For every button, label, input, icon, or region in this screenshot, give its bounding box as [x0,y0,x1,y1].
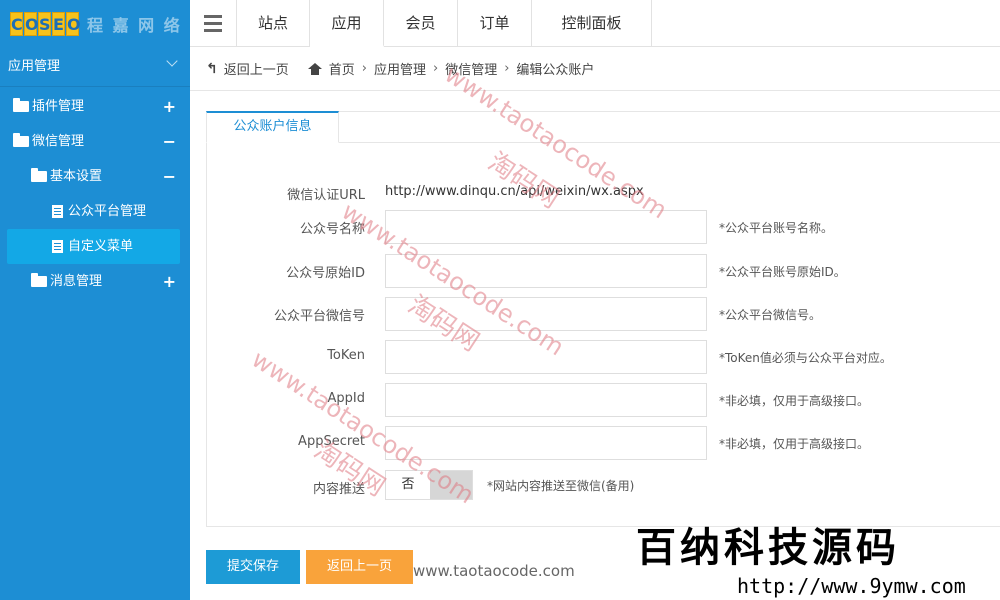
breadcrumb-apps[interactable]: 应用管理 [374,59,426,78]
breadcrumb-separator: › [504,61,510,76]
breadcrumb-wechat[interactable]: 微信管理 [445,59,497,78]
menu-toggle-icon[interactable] [190,0,237,47]
breadcrumb-separator: › [432,61,439,76]
sidebar-item-official-account[interactable]: 公众平台管理 [0,194,190,229]
logo-badge: COSEO [10,11,81,36]
field-label: ToKen [327,348,365,363]
sidebar-item-label: 插件管理 [32,99,85,114]
folder-open-icon [31,168,47,182]
nav-control-panel[interactable]: 控制面板 [532,0,652,47]
field-row-push: 内容推送 否 *网站内容推送至微信(备用) [207,470,1000,504]
sidebar-item-wechat[interactable]: 微信管理 − [0,124,190,159]
field-hint: *公众平台账号名称。 [719,221,834,235]
sidebar-header-label: 应用管理 [8,59,61,74]
back-button[interactable]: 返回上一页 [306,550,413,584]
field-row-appid: AppId *非必填，仅用于高级接口。 [207,383,1000,417]
nav-orders[interactable]: 订单 [458,0,532,47]
field-row-appsecret: AppSecret *非必填，仅用于高级接口。 [207,426,1000,460]
field-row-name: 公众号名称 *公众平台账号名称。 [207,210,1000,244]
nav-apps[interactable]: 应用 [310,0,384,47]
sidebar-item-label: 微信管理 [32,134,85,149]
token-input[interactable] [385,340,707,374]
breadcrumb: ↰ 返回上一页 首页 › 应用管理 › 微信管理 › 编辑公众账户 [190,47,1000,91]
expand-icon: + [162,272,176,291]
appid-input[interactable] [385,383,707,417]
folder-icon [13,98,29,112]
push-toggle[interactable]: 否 [385,470,473,500]
field-label: 公众号原始ID [286,266,365,281]
sidebar-item-plugins[interactable]: 插件管理 + [0,89,190,124]
sidebar-item-label: 公众平台管理 [68,204,147,219]
url-row: 微信认证URL http://www.dinqu.cn/api/weixin/w… [207,176,1000,210]
save-button[interactable]: 提交保存 [206,550,300,584]
collapse-icon: − [162,167,176,186]
field-label: 公众号名称 [299,222,365,237]
field-hint: *ToKen值必须与公众平台对应。 [719,351,892,365]
chevron-down-icon [166,55,178,67]
footer-watermark-url: www.taotaocode.com [413,562,575,580]
expand-icon: + [162,97,176,116]
brand-url: http://www.9ymw.com [737,574,966,598]
nav-site[interactable]: 站点 [237,0,310,47]
breadcrumb-separator: › [361,61,367,76]
top-nav: 站点 应用 会员 订单 控制面板 [237,0,652,47]
field-row-wechat-id: 公众平台微信号 *公众平台微信号。 [207,297,1000,331]
original-id-input[interactable] [385,254,707,288]
logo-text: 程 嘉 网 络 [87,15,182,35]
form-panel: 公众账户信息 微信认证URL http://www.dinqu.cn/api/w… [206,111,1000,527]
breadcrumb-home[interactable]: 首页 [329,59,355,78]
tab-account-info[interactable]: 公众账户信息 [206,111,339,143]
field-hint: *公众平台微信号。 [719,308,822,322]
field-row-original-id: 公众号原始ID *公众平台账号原始ID。 [207,254,1000,288]
sidebar-item-custom-menu[interactable]: 自定义菜单 [7,229,180,264]
account-name-input[interactable] [385,210,707,244]
field-label: AppSecret [298,434,365,449]
document-icon [52,205,63,218]
brand-title: 百纳科技源码 [636,524,900,571]
sidebar-item-messages[interactable]: 消息管理 + [0,264,190,299]
appsecret-input[interactable] [385,426,707,460]
toggle-value: 否 [386,471,430,499]
field-hint: *网站内容推送至微信(备用) [487,479,635,493]
field-hint: *非必填，仅用于高级接口。 [719,437,870,451]
sidebar-item-label: 消息管理 [50,274,103,289]
field-label: 内容推送 [312,482,365,497]
document-icon [52,240,63,253]
field-row-token: ToKen *ToKen值必须与公众平台对应。 [207,340,1000,374]
field-label: AppId [327,391,365,406]
url-value: http://www.dinqu.cn/api/weixin/wx.aspx [385,184,644,199]
top-bar: COSEO 程 嘉 网 络 站点 应用 会员 订单 控制面板 [0,0,1000,47]
wechat-id-input[interactable] [385,297,707,331]
nav-members[interactable]: 会员 [384,0,458,47]
collapse-icon: − [162,132,176,151]
sidebar-item-label: 自定义菜单 [68,239,134,254]
back-arrow-icon[interactable]: ↰ [206,61,218,77]
field-hint: *非必填，仅用于高级接口。 [719,394,870,408]
field-label: 公众平台微信号 [273,309,365,324]
sidebar-header[interactable]: 应用管理 [0,47,190,87]
sidebar-item-label: 基本设置 [50,169,103,184]
sidebar: 应用管理 插件管理 + 微信管理 − 基本设置 − 公众平台管理 自定义菜单 消… [0,47,190,600]
logo[interactable]: COSEO 程 嘉 网 络 [0,0,190,47]
toggle-knob [430,471,472,499]
folder-open-icon [13,133,29,147]
breadcrumb-current: 编辑公众账户 [516,63,595,78]
sidebar-item-basic-settings[interactable]: 基本设置 − [0,159,190,194]
url-label: 微信认证URL [287,188,365,203]
field-hint: *公众平台账号原始ID。 [719,265,846,279]
home-icon [307,62,322,75]
back-link[interactable]: 返回上一页 [224,59,289,78]
folder-icon [31,273,47,287]
